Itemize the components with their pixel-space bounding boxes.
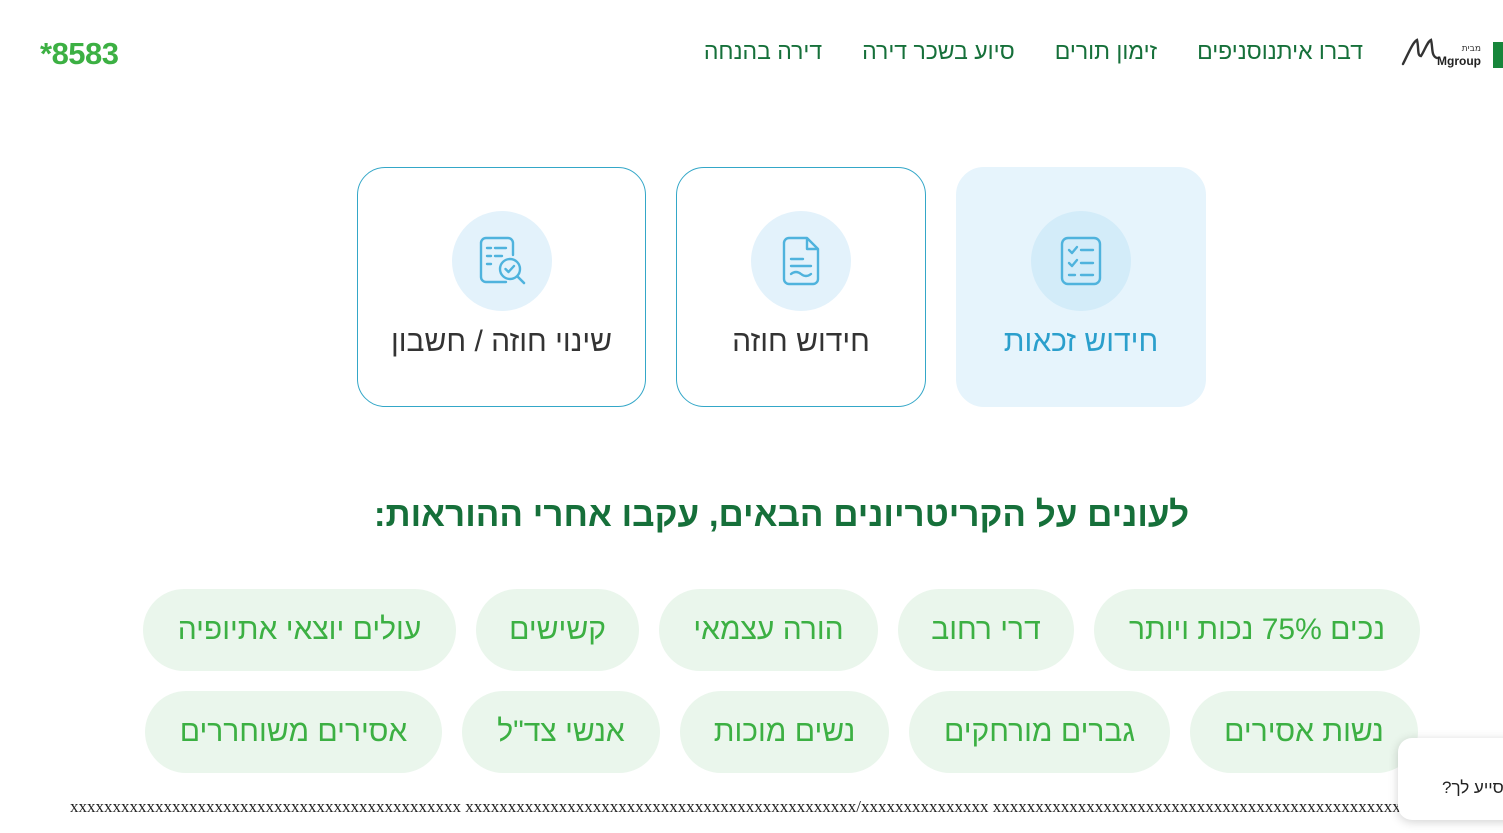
criteria-pill-elderly[interactable]: קשישים (476, 589, 639, 671)
phone-number[interactable]: *8583 (40, 36, 119, 72)
criteria-pill-disabled[interactable]: נכים 75% נכות ויותר (1094, 589, 1420, 671)
nav-branches[interactable]: סניפים (1197, 38, 1262, 65)
site-header: *8583 דירה בהנחה סיוע בשכר דירה זימון תו… (0, 0, 1503, 105)
card-label: שינוי חוזה / חשבון (390, 325, 613, 358)
nav-discounted-apartment[interactable]: דירה בהנחה (704, 38, 822, 65)
site-logo[interactable]: מבית Mgroup (1399, 34, 1503, 74)
criteria-pill-battered-women[interactable]: נשים מוכות (680, 691, 889, 773)
logo-name: Mgroup (1437, 54, 1481, 68)
criteria-pill-prisoners-wives[interactable]: נשות אסירים (1190, 691, 1418, 773)
criteria-pill-sla-members[interactable]: אנשי צד"ל (462, 691, 660, 773)
logo-tag: מבית (1461, 44, 1481, 54)
card-icon-circle (751, 211, 851, 311)
chat-widget[interactable]: סייע לך? (1398, 738, 1503, 820)
chat-prompt: סייע לך? (1442, 778, 1503, 797)
nav-rent-assistance[interactable]: סיוע בשכר דירה (862, 38, 1015, 65)
card-icon-circle (1031, 211, 1131, 311)
document-search-icon (479, 236, 525, 285)
document-icon (782, 236, 820, 286)
service-card-change-contract[interactable]: שינוי חוזה / חשבון (357, 167, 646, 407)
logo-block (1493, 42, 1503, 68)
card-label: חידוש זכאות (1003, 325, 1159, 358)
card-icon-circle (451, 211, 552, 311)
criteria-pill-removed-men[interactable]: גברים מורחקים (909, 691, 1170, 773)
checklist-icon (1060, 236, 1102, 286)
criteria-pill-released-prisoners[interactable]: אסירים משוחררים (145, 691, 442, 773)
placeholder-text: xxxxxxxxxxxxxxxxxxxxxxxxxxxxxxxxxxxxxxxx… (70, 797, 1410, 816)
criteria-heading: לעונים על הקריטריונים הבאים, עקבו אחרי ה… (373, 495, 1190, 534)
criteria-pill-single-parent[interactable]: הורה עצמאי (659, 589, 878, 671)
nav-appointments[interactable]: זימון תורים (1055, 38, 1157, 65)
criteria-pill-ethiopian-immigrants[interactable]: עולים יוצאי אתיופיה (143, 589, 456, 671)
card-label: חידוש חוזה (732, 325, 870, 358)
service-card-renew-contract[interactable]: חידוש חוזה (676, 167, 926, 407)
criteria-pill-homeless[interactable]: דרי רחוב (898, 589, 1074, 671)
service-card-renew-eligibility[interactable]: חידוש זכאות (956, 167, 1206, 407)
nav-contact-us[interactable]: דברו איתנו (1262, 38, 1363, 65)
main-nav: דירה בהנחה סיוע בשכר דירה זימון תורים סנ… (664, 38, 1363, 65)
